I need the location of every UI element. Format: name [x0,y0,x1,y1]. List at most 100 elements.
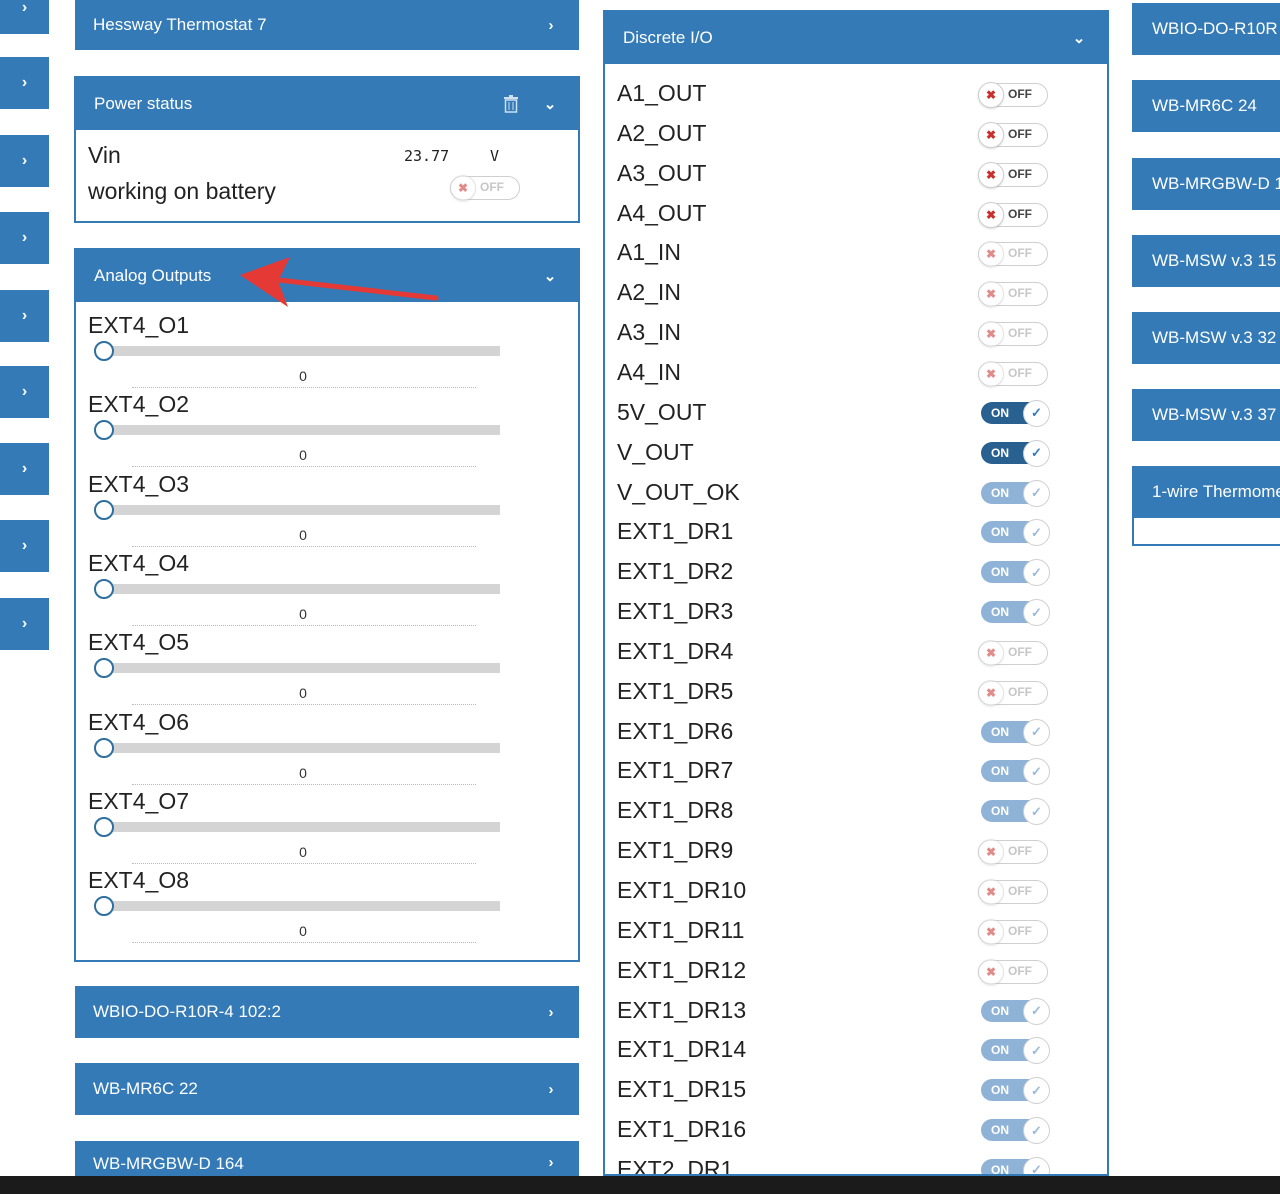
io-toggle[interactable]: OFF ✖ [978,321,1048,348]
slider-handle[interactable] [94,737,114,758]
panel-analog-outputs: Analog Outputs ⌄ EXT4_O1 0 EXT4_O2 0 EXT4_O3… [74,248,580,962]
chevron-down-icon[interactable]: ⌄ [1069,29,1089,47]
io-label: A1_IN [617,239,681,266]
panel-right-3[interactable]: WB-MSW v.3 15 [1132,235,1280,287]
toggle-label: OFF [1008,644,1032,659]
io-label: A2_OUT [617,119,707,146]
io-toggle[interactable]: OFF ✖ [978,281,1048,308]
chevron-right-icon[interactable]: › [541,1154,561,1171]
chevron-right-icon: › [21,615,28,632]
io-toggle[interactable]: OFF ✖ [978,918,1048,945]
io-toggle[interactable]: OFF ✖ [978,958,1048,985]
slider-track[interactable] [104,821,500,832]
strip-expand-button[interactable]: › [0,443,49,495]
panel-right-6[interactable]: 1-wire Thermome [1132,466,1280,518]
slider-track[interactable] [104,425,500,436]
strip-expand-button[interactable]: › [0,290,49,342]
x-icon: ✖ [450,175,476,201]
chevron-down-icon[interactable]: ⌄ [540,95,560,113]
slider-handle[interactable] [94,896,114,917]
io-toggle[interactable]: OFF ✖ [978,121,1048,148]
toggle-label: OFF [1008,206,1032,221]
io-toggle[interactable]: OFF ✖ [978,360,1048,387]
slider-handle[interactable] [94,578,114,599]
strip-expand-button[interactable]: › [0,520,49,572]
io-toggle[interactable]: ON ✓ [981,798,1051,826]
toggle-label: OFF [1008,684,1032,699]
io-toggle[interactable]: ON ✓ [981,519,1051,547]
io-toggle[interactable]: ON ✓ [981,399,1051,427]
chevron-down-icon[interactable]: ⌄ [540,267,560,285]
panel-wbio-do-r10r-4[interactable]: WBIO-DO-R10R-4 102:2 › [75,986,579,1038]
io-toggle[interactable]: OFF ✖ [978,679,1048,706]
vin-unit: V [490,147,500,165]
os-dock [0,1176,1280,1194]
divider [132,387,476,388]
slider-handle[interactable] [94,816,114,837]
chevron-right-icon[interactable]: › [541,1081,561,1098]
chevron-right-icon[interactable]: › [541,17,561,34]
strip-expand-button[interactable]: › [0,57,49,109]
panel-hessway-thermostat[interactable]: Hessway Thermostat 7 › [75,0,579,50]
panel-right-0[interactable]: WBIO-DO-R10R [1132,3,1280,55]
slider-value: 0 [299,605,307,622]
strip-expand-button[interactable]: › [0,212,49,264]
slider-track[interactable] [104,901,500,912]
io-toggle[interactable]: OFF ✖ [978,161,1048,188]
slider-track[interactable] [104,742,500,753]
panel-title: WB-MSW v.3 37 [1152,405,1277,424]
panel-wb-mrgbw-d-164[interactable]: WB-MRGBW-D 164 › [75,1141,579,1176]
strip-expand-button[interactable]: › [0,0,49,34]
io-toggle[interactable]: OFF ✖ [978,241,1048,268]
io-toggle[interactable]: ON ✓ [981,439,1051,467]
io-toggle[interactable]: ON ✓ [981,758,1051,786]
divider [132,624,476,626]
slider-handle[interactable] [94,341,114,361]
strip-expand-button[interactable]: › [0,366,49,418]
io-toggle[interactable]: OFF ✖ [978,639,1048,666]
panel-header[interactable]: Discrete I/O ⌄ [605,12,1107,64]
panel-right-4[interactable]: WB-MSW v.3 32 [1132,312,1280,364]
chevron-right-icon[interactable]: › [541,1004,561,1021]
toggle-label: OFF [1008,326,1032,341]
slider-track[interactable] [104,346,500,356]
analog-output-label: EXT4_O1 [88,312,189,338]
panel-wb-mr6c-22[interactable]: WB-MR6C 22 › [75,1063,579,1115]
panel-title: WB-MR6C 24 [1152,96,1257,115]
io-toggle[interactable]: ON ✓ [981,1077,1051,1105]
divider [132,942,476,944]
chevron-right-icon: › [21,152,28,169]
toggle-label: ON [991,405,1009,420]
io-toggle[interactable]: ON ✓ [981,559,1051,587]
io-toggle[interactable]: ON ✓ [981,997,1051,1025]
io-toggle[interactable]: ON ✓ [981,479,1051,507]
slider-track[interactable] [104,663,500,674]
io-label: EXT1_DR9 [617,837,734,864]
io-label: EXT1_DR7 [617,757,734,784]
slider-handle[interactable] [94,420,114,441]
check-icon: ✓ [1023,599,1050,627]
check-icon: ✓ [1023,758,1050,786]
trash-icon[interactable] [504,95,518,113]
io-toggle[interactable]: ON ✓ [981,1037,1051,1065]
panel-header[interactable]: Power status ⌄ [76,78,578,130]
slider-handle[interactable] [94,658,114,679]
io-toggle[interactable]: ON ✓ [981,718,1051,746]
strip-expand-button[interactable]: › [0,598,49,650]
battery-toggle[interactable]: OFF ✖ [450,175,520,201]
slider-track[interactable] [104,583,500,594]
io-toggle[interactable]: ON ✓ [981,599,1051,627]
io-toggle[interactable]: ON ✓ [981,1117,1051,1145]
slider-track[interactable] [104,504,500,515]
panel-right-2[interactable]: WB-MRGBW-D 1 [1132,158,1280,210]
io-toggle[interactable]: OFF ✖ [978,82,1048,108]
panel-right-1[interactable]: WB-MR6C 24 [1132,80,1280,132]
io-toggle[interactable]: OFF ✖ [978,879,1048,905]
io-toggle[interactable]: ON ✓ [981,1156,1051,1174]
strip-expand-button[interactable]: › [0,135,49,187]
slider-handle[interactable] [94,499,114,520]
io-toggle[interactable]: OFF ✖ [978,201,1048,228]
slider-value: 0 [299,368,307,384]
panel-right-5[interactable]: WB-MSW v.3 37 [1132,389,1280,441]
io-toggle[interactable]: OFF ✖ [978,839,1048,866]
